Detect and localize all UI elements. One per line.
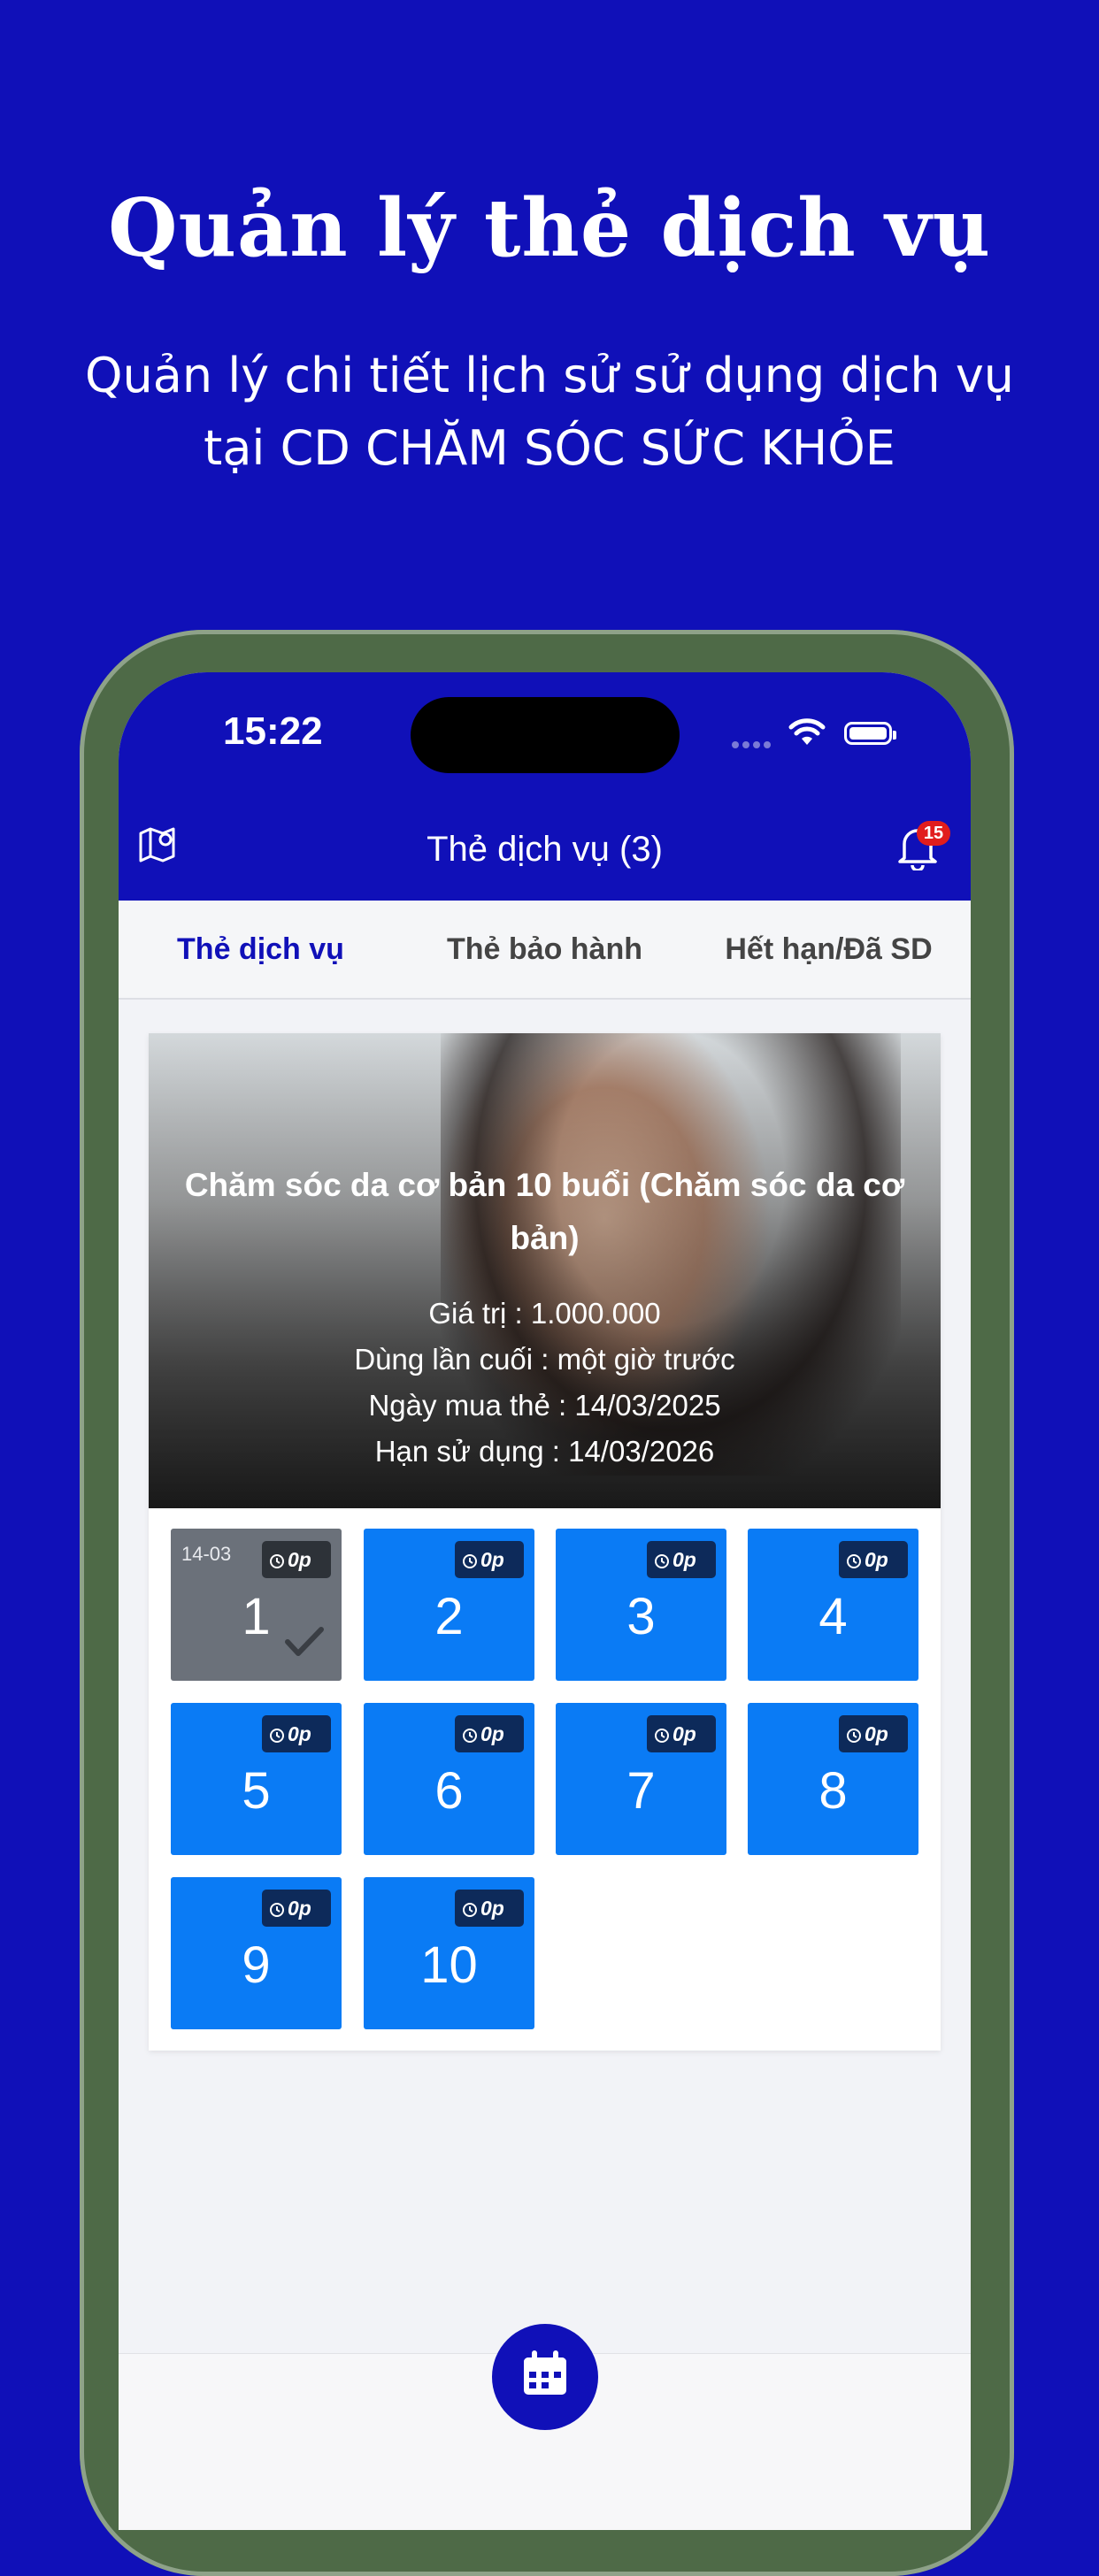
- session-number: 4: [818, 1588, 848, 1645]
- card-banner-image: Chăm sóc da cơ bản 10 buổi (Chăm sóc da …: [149, 1033, 941, 1508]
- tab-service-cards[interactable]: Thẻ dịch vụ: [119, 901, 403, 998]
- session-tile-2[interactable]: 0p 2: [364, 1529, 534, 1681]
- session-tile-4[interactable]: 0p 4: [748, 1529, 918, 1681]
- notification-badge: 15: [917, 821, 950, 846]
- session-duration: 0p: [262, 1541, 331, 1578]
- promo-title: Quản lý thẻ dịch vụ: [108, 181, 991, 275]
- card-title: Chăm sóc da cơ bản 10 buổi (Chăm sóc da …: [184, 1167, 905, 1256]
- session-duration: 0p: [262, 1715, 331, 1752]
- clock-icon: [463, 1903, 477, 1917]
- signal-dots-icon: [732, 737, 774, 753]
- session-tile-1[interactable]: 14-03 0p 1: [171, 1529, 342, 1681]
- session-number: 9: [242, 1936, 271, 1994]
- promo-subtitle-line-2: tại CD CHĂM SÓC SỨC KHỎE: [204, 420, 895, 476]
- session-duration: 0p: [839, 1541, 908, 1578]
- session-number: 7: [626, 1762, 656, 1820]
- session-duration: 0p: [455, 1541, 524, 1578]
- card-expiry: Hạn sử dụng : 14/03/2026: [374, 1435, 715, 1468]
- session-number: 5: [242, 1762, 271, 1820]
- card-value: Giá trị : 1.000.000: [428, 1297, 661, 1330]
- session-number: 6: [434, 1762, 464, 1820]
- clock-icon: [655, 1729, 669, 1743]
- app-header: 15:22 Thẻ dịch vụ (3) 15: [119, 672, 971, 901]
- phone-screen: 15:22 Thẻ dịch vụ (3) 15 Thẻ dịch vụ Thẻ…: [119, 672, 971, 2530]
- session-tile-9[interactable]: 0p 9: [171, 1877, 342, 2029]
- session-duration: 0p: [839, 1715, 908, 1752]
- service-card[interactable]: Chăm sóc da cơ bản 10 buổi (Chăm sóc da …: [149, 1033, 941, 2051]
- dynamic-island: [411, 697, 680, 773]
- battery-icon: [844, 722, 896, 745]
- session-duration: 0p: [647, 1541, 716, 1578]
- clock-icon: [847, 1729, 861, 1743]
- session-duration: 0p: [455, 1715, 524, 1752]
- clock-icon: [270, 1554, 284, 1568]
- status-time: 15:22: [223, 709, 323, 753]
- session-tile-7[interactable]: 0p 7: [556, 1703, 726, 1855]
- booking-button[interactable]: [492, 2324, 598, 2430]
- session-number: 3: [626, 1588, 656, 1645]
- wifi-icon: [788, 718, 826, 745]
- session-duration: 0p: [262, 1890, 331, 1927]
- session-tile-10[interactable]: 0p 10: [364, 1877, 534, 2029]
- tab-bar: Thẻ dịch vụ Thẻ bảo hành Hết hạn/Đã SD: [119, 901, 971, 1000]
- card-last-used: Dùng lần cuối : một giờ trước: [354, 1343, 735, 1376]
- session-tile-8[interactable]: 0p 8: [748, 1703, 918, 1855]
- session-date: 14-03: [181, 1543, 232, 1565]
- checkmark-icon: [285, 1627, 324, 1656]
- card-purchase-date: Ngày mua thẻ : 14/03/2025: [368, 1389, 721, 1422]
- calendar-icon: [524, 2350, 566, 2395]
- session-number: 10: [420, 1936, 478, 1994]
- tab-warranty-cards[interactable]: Thẻ bảo hành: [403, 901, 687, 998]
- session-duration: 0p: [647, 1715, 716, 1752]
- promo-subtitle-line-1: Quản lý chi tiết lịch sử sử dụng dịch vụ: [85, 348, 1014, 403]
- session-tile-6[interactable]: 0p 6: [364, 1703, 534, 1855]
- session-tile-3[interactable]: 0p 3: [556, 1529, 726, 1681]
- clock-icon: [655, 1554, 669, 1568]
- clock-icon: [463, 1729, 477, 1743]
- session-tile-5[interactable]: 0p 5: [171, 1703, 342, 1855]
- clock-icon: [463, 1554, 477, 1568]
- page-title: Thẻ dịch vụ (3): [427, 830, 663, 869]
- clock-icon: [847, 1554, 861, 1568]
- clock-icon: [270, 1903, 284, 1917]
- session-number: 2: [434, 1588, 464, 1645]
- tab-expired-used[interactable]: Hết hạn/Đã SD: [687, 901, 971, 998]
- clock-icon: [270, 1729, 284, 1743]
- session-duration: 0p: [455, 1890, 524, 1927]
- session-number: 8: [818, 1762, 848, 1820]
